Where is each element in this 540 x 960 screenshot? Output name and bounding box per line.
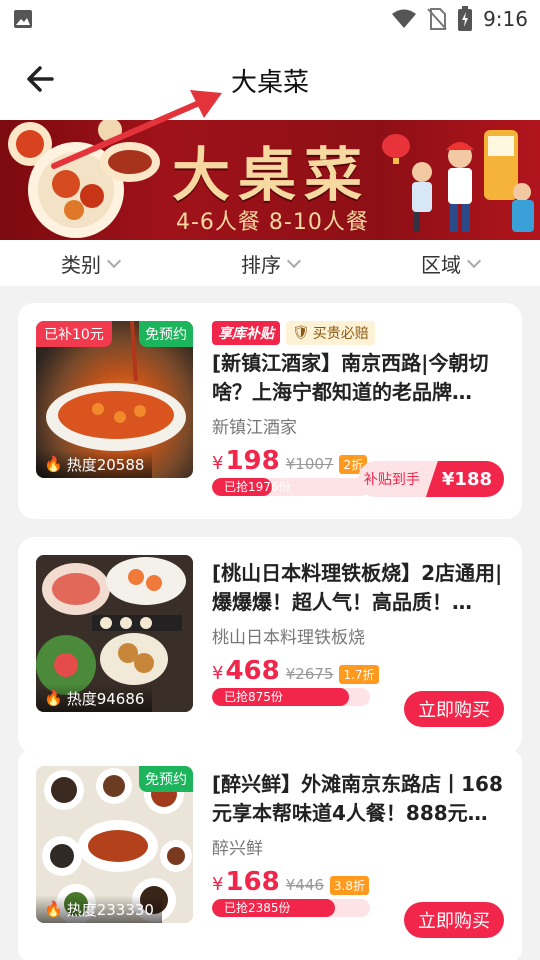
no-sim-icon [427, 8, 447, 30]
status-bar: 9:16 [0, 0, 540, 38]
people-illustration-icon [412, 130, 534, 232]
chevron-down-icon [286, 253, 302, 268]
flame-icon: 🔥 [44, 455, 63, 473]
deal-title: [醉兴鲜】外滩南京东路店丨168元享本帮味道4人餐！888元… [212, 772, 503, 825]
deal-title: [新镇江酒家】南京西路|今朝切啥？上海宁都知道的老品牌… [212, 351, 489, 404]
buy-now-button[interactable]: 立即购买 [404, 902, 504, 938]
filter-sort[interactable]: 排序 [241, 249, 302, 278]
subsidy-buy-button[interactable]: 补贴到手 ¥188 [357, 461, 504, 497]
subsidy-price: ¥188 [425, 461, 504, 497]
deal-title: [桃山日本料理铁板烧】2店通用|爆爆爆！超人气！高品质！… [212, 561, 503, 614]
dishes-illustration-icon [8, 120, 160, 238]
shop-name: 桃山日本料理铁板烧 [212, 628, 365, 648]
clock: 9:16 [483, 7, 528, 31]
sold-count: 已抢1976份 [224, 480, 291, 494]
banner-title: 大桌菜 [172, 141, 371, 209]
filter-label: 区域 [421, 252, 461, 277]
filter-label: 类别 [61, 252, 101, 277]
currency-symbol: ¥ [212, 663, 224, 684]
deal-info: [桃山日本料理铁板烧】2店通用|爆爆爆！超人气！高品质！… 桃山日本料理铁板烧 … [212, 555, 508, 706]
deal-price: 198 [225, 446, 280, 476]
subsidy-badge: 享库补贴 [212, 321, 280, 345]
no-reservation-tag: 免预约 [139, 766, 193, 792]
page-title: 大桌菜 [230, 68, 309, 98]
deal-price: 168 [225, 867, 280, 897]
deal-card[interactable]: 已补10元 免预约 🔥 热度20588 享库补贴 🛡 买贵必赔 [新镇江酒家】南京西… [18, 303, 522, 519]
flame-icon: 🔥 [44, 900, 63, 918]
currency-symbol: ¥ [212, 453, 224, 474]
original-price: ¥1007 [285, 455, 334, 473]
promo-banner[interactable]: 大桌菜 4-6人餐 8-10人餐 [0, 120, 540, 240]
subsidy-tag: 已补10元 [36, 321, 112, 347]
sold-progress: 已抢1976份 [212, 478, 370, 496]
original-price: ¥2675 [285, 665, 334, 683]
shop-name: 醉兴鲜 [212, 839, 263, 859]
gallery-icon [14, 10, 32, 28]
filter-label: 排序 [241, 252, 281, 277]
chevron-down-icon [466, 253, 482, 268]
deal-info: [醉兴鲜】外滩南京东路店丨168元享本帮味道4人餐！888元… 醉兴鲜 ¥ 16… [212, 766, 508, 917]
sold-progress: 已抢2385份 [212, 899, 370, 917]
chevron-down-icon [106, 253, 122, 268]
sold-progress: 已抢875份 [212, 688, 370, 706]
filter-bar: 类别 排序 区域 [0, 240, 540, 286]
sold-count: 已抢2385份 [224, 901, 291, 915]
wifi-icon [392, 9, 417, 28]
banner-subtitle: 4-6人餐 8-10人餐 [176, 210, 369, 235]
flame-icon: 🔥 [44, 689, 63, 707]
discount-badge: 1.7折 [339, 665, 379, 684]
deal-card[interactable]: 免预约 🔥 热度233330 [醉兴鲜】外滩南京东路店丨168元享本帮味道4人餐！… [18, 748, 522, 960]
sold-count: 已抢875份 [224, 690, 283, 704]
heat-label: 🔥 热度233330 [36, 895, 162, 923]
original-price: ¥446 [285, 876, 324, 894]
deal-thumbnail: 已补10元 免预约 🔥 热度20588 [36, 321, 193, 478]
filter-category[interactable]: 类别 [61, 249, 122, 278]
shop-name: 新镇江酒家 [212, 418, 297, 438]
filter-area[interactable]: 区域 [421, 249, 482, 278]
deal-thumbnail: 🔥 热度94686 [36, 555, 193, 712]
deal-price: 468 [225, 656, 280, 686]
heat-label: 🔥 热度20588 [36, 450, 153, 478]
buy-now-button[interactable]: 立即购买 [404, 691, 504, 727]
battery-icon [458, 6, 473, 31]
currency-symbol: ¥ [212, 874, 224, 895]
heat-label: 🔥 热度94686 [36, 684, 153, 712]
price-guarantee-badge: 🛡 买贵必赔 [286, 321, 375, 345]
no-reservation-tag: 免预约 [139, 321, 193, 347]
deal-thumbnail: 免预约 🔥 热度233330 [36, 766, 193, 923]
nav-bar: 大桌菜 [0, 38, 540, 120]
deal-card[interactable]: 🔥 热度94686 [桃山日本料理铁板烧】2店通用|爆爆爆！超人气！高品质！… 桃… [18, 537, 522, 753]
discount-badge: 3.8折 [329, 876, 370, 895]
subsidy-label: 补贴到手 [363, 472, 420, 488]
shield-icon: 🛡 [292, 325, 310, 341]
